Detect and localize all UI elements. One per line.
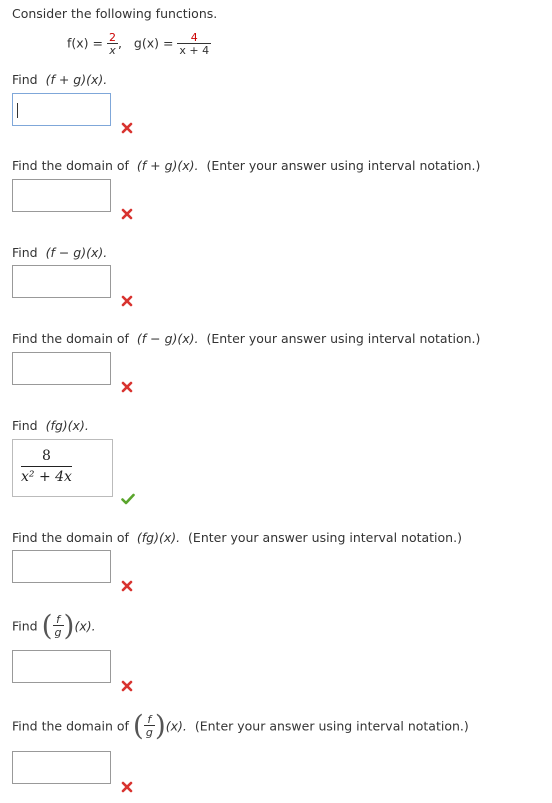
incorrect-icon: [121, 122, 133, 134]
answer-8-input[interactable]: [12, 751, 111, 784]
answer-5-denominator: x² + 4x: [21, 469, 72, 485]
f-label: f(x) =: [67, 35, 103, 51]
question-3: Find (f − g)(x).: [12, 245, 107, 260]
question-8-frac-num: f: [143, 714, 155, 726]
question-4-suffix: (Enter your answer using interval notati…: [206, 331, 481, 346]
answer-1-input[interactable]: [12, 93, 111, 126]
answer-7-input[interactable]: [12, 650, 111, 683]
question-7-prefix: Find: [12, 618, 38, 634]
question-2-suffix: (Enter your answer using interval notati…: [206, 158, 481, 173]
question-8-frac-den: g: [145, 726, 153, 739]
g-denominator: x + 4: [179, 44, 210, 57]
question-5-prefix: Find: [12, 418, 38, 433]
incorrect-icon: [121, 295, 133, 307]
incorrect-icon: [121, 781, 133, 793]
question-6: Find the domain of (fg)(x). (Enter your …: [12, 530, 462, 545]
question-8-suffix: (Enter your answer using interval notati…: [194, 718, 469, 734]
question-4-expr: (f − g)(x).: [136, 331, 199, 346]
question-8-expr: (x).: [165, 718, 187, 734]
f-numerator: 2: [106, 31, 118, 44]
answer-5-input[interactable]: 8 x² + 4x: [12, 439, 113, 497]
text-caret: [17, 103, 18, 118]
question-2-expr: (f + g)(x).: [136, 158, 199, 173]
left-paren: (: [41, 609, 53, 642]
question-2-prefix: Find the domain of: [12, 158, 129, 173]
left-paren: (: [132, 709, 144, 742]
right-paren: ): [63, 609, 75, 642]
question-8-fraction: f g: [143, 714, 155, 739]
incorrect-icon: [121, 381, 133, 393]
answer-4-input[interactable]: [12, 352, 111, 385]
right-paren: ): [154, 709, 166, 742]
answer-3-input[interactable]: [12, 265, 111, 298]
question-7-fraction: f g: [52, 614, 64, 639]
f-fraction: 2 x: [106, 31, 118, 57]
question-3-prefix: Find: [12, 245, 38, 260]
g-numerator: 4: [177, 32, 212, 44]
answer-6-input[interactable]: [12, 550, 111, 583]
answer-5-numerator: 8: [21, 448, 72, 467]
function-definitions: f(x) = 2 x , g(x) = 4 x + 4: [67, 31, 212, 57]
intro-text: Consider the following functions.: [12, 6, 218, 21]
question-3-expr: (f − g)(x).: [45, 245, 108, 260]
question-6-prefix: Find the domain of: [12, 530, 129, 545]
question-8: Find the domain of ( f g )(x). (Enter yo…: [12, 712, 469, 740]
question-4-prefix: Find the domain of: [12, 331, 129, 346]
question-1: Find (f + g)(x).: [12, 72, 107, 87]
correct-check-icon: [121, 493, 135, 505]
question-6-suffix: (Enter your answer using interval notati…: [188, 530, 462, 545]
f-denominator: x: [109, 44, 116, 57]
answer-5-fraction: 8 x² + 4x: [21, 448, 72, 485]
question-8-prefix: Find the domain of: [12, 718, 129, 734]
answer-2-input[interactable]: [12, 179, 111, 212]
question-7-expr: (x).: [74, 618, 96, 634]
question-5: Find (fg)(x).: [12, 418, 89, 433]
question-5-expr: (fg)(x).: [45, 418, 89, 433]
question-7-frac-den: g: [54, 626, 62, 639]
question-7-frac-num: f: [52, 614, 64, 626]
incorrect-icon: [121, 680, 133, 692]
g-label: g(x) =: [133, 35, 174, 51]
g-fraction: 4 x + 4: [177, 32, 212, 57]
incorrect-icon: [121, 580, 133, 592]
incorrect-icon: [121, 208, 133, 220]
question-6-expr: (fg)(x).: [136, 530, 181, 545]
separator: ,: [117, 35, 122, 51]
question-1-expr: (f + g)(x).: [45, 72, 108, 87]
question-4: Find the domain of (f − g)(x). (Enter yo…: [12, 331, 480, 346]
question-7: Find ( f g )(x).: [12, 612, 96, 640]
question-1-prefix: Find: [12, 72, 38, 87]
question-2: Find the domain of (f + g)(x). (Enter yo…: [12, 158, 480, 173]
